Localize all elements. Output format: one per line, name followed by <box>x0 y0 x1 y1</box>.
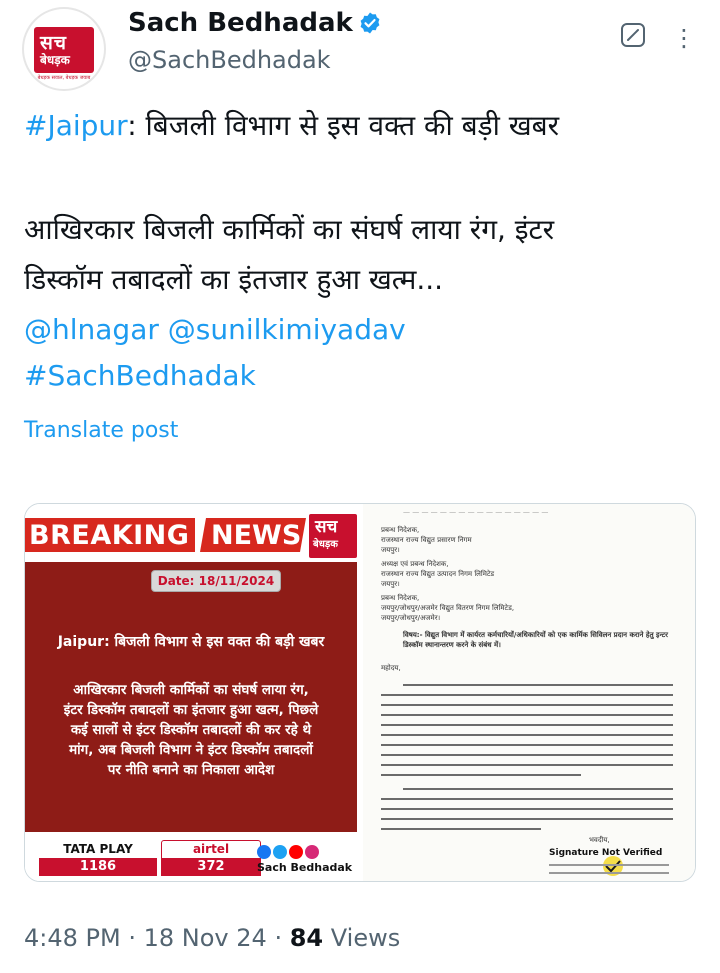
views-label: Views <box>330 924 401 952</box>
letter-text-line <box>381 734 673 736</box>
tataplay-channel: 1186 <box>39 858 157 876</box>
letter-salutation: महोदय, <box>381 664 401 672</box>
letter-addressee: जयपुर। <box>381 546 400 554</box>
letter-addressee: राजस्थान राज्य विद्युत उत्पादन निगम लिमि… <box>381 570 495 578</box>
letter-addressee: प्रबन्ध निदेशक, <box>381 526 420 534</box>
mention-sunilkimiyadav[interactable]: @sunilkimiyadav <box>168 313 406 346</box>
image-logo-line2: बेधड़क <box>313 539 338 550</box>
letter-text-line <box>381 754 673 756</box>
post-hashtag-line: #SachBedhadak <box>24 354 256 397</box>
breaking-news-image[interactable]: BREAKING NEWS सच बेधड़क Date: 18/11/2024… <box>25 504 357 881</box>
facebook-icon <box>257 845 271 859</box>
post-date[interactable]: 18 Nov 24 <box>144 924 267 952</box>
avatar[interactable]: सच बेधड़क बेधड़क सवाल, बेधड़क जवाब <box>22 7 106 91</box>
post-line-3: डिस्कॉम तबादलों का इंतजार हुआ खत्म... <box>24 263 444 296</box>
social-icons <box>257 844 337 859</box>
post-line-2: आखिरकार बिजली कार्मिकों का संघर्ष लाया र… <box>24 213 555 246</box>
letter-text-line <box>381 744 673 746</box>
letter-addressee: जयपुर। <box>381 580 400 588</box>
news-body: आखिरकार बिजली कार्मिकों का संघर्ष लाया र… <box>25 680 357 780</box>
letter-addressee: राजस्थान राज्य विद्युत प्रसारण निगम <box>381 536 472 544</box>
news-body-line: इंटर डिस्कॉम तबादलों का इंतजार हुआ खत्म,… <box>63 702 319 718</box>
letter-text-line <box>381 764 673 766</box>
image-logo-line1: सच <box>315 517 338 537</box>
mention-hlnagar[interactable]: @hlnagar <box>24 313 159 346</box>
news-date: Date: 18/11/2024 <box>151 570 281 592</box>
author-name[interactable]: Sach Bedhadak <box>128 8 353 38</box>
more-options-icon[interactable]: ⋮ <box>672 24 698 52</box>
letter-text-line <box>403 684 673 686</box>
post-header: सच बेधड़क बेधड़क सवाल, बेधड़क जवाब Sach … <box>0 0 720 100</box>
avatar-logo-tagline: बेधड़क सवाल, बेधड़क जवाब <box>37 75 91 81</box>
letter-addressee: जयपुर/जोधपुर/अजमेर विद्युत वितरण निगम लि… <box>381 604 515 612</box>
hashtag-jaipur[interactable]: #Jaipur <box>24 109 127 142</box>
post-time[interactable]: 4:48 PM <box>24 924 121 952</box>
letter-header-line: — — — — — — — — — — — — — — — — <box>403 508 549 516</box>
letter-text-line <box>381 724 673 726</box>
letter-addressee: प्रबन्ध निदेशक, <box>381 594 420 602</box>
post-line-1: #Jaipur: बिजली विभाग से इस वक्त की बड़ी … <box>24 104 559 147</box>
views-count[interactable]: 84 <box>290 924 323 952</box>
letter-text-line <box>403 788 673 790</box>
youtube-icon <box>289 845 303 859</box>
letter-text-line <box>381 774 581 776</box>
translate-post-link[interactable]: Translate post <box>24 418 178 443</box>
verified-badge-icon <box>360 12 380 34</box>
news-headline: Jaipur: बिजली विभाग से इस वक्त की बड़ी ख… <box>57 634 325 650</box>
footer-brand-name: Sach Bedhadak <box>257 861 353 874</box>
letter-text-line <box>381 808 673 810</box>
letter-addressee: जयपुर/जोधपुर/अजमेर। <box>381 614 441 622</box>
letter-text-line <box>381 694 673 696</box>
tataplay-label: TATA PLAY <box>39 840 157 858</box>
letter-text-line <box>381 818 673 820</box>
grok-icon[interactable] <box>620 22 646 48</box>
twitter-icon <box>273 845 287 859</box>
letter-text-line <box>381 798 673 800</box>
signature-check-icon <box>603 856 623 876</box>
author-handle[interactable]: @SachBedhadak <box>128 46 331 74</box>
news-body-line: मांग, अब बिजली विभाग ने इंटर डिस्कॉम तबा… <box>69 742 313 758</box>
letter-addressee: अध्यक्ष एवं प्रबन्ध निदेशक, <box>381 560 449 568</box>
official-letter-image[interactable]: — — — — — — — — — — — — — — — — प्रबन्ध … <box>363 504 695 881</box>
news-body-line: पर नीति बनाने का निकाला आदेश <box>107 762 275 778</box>
news-label: NEWS <box>211 520 302 551</box>
news-body-line: कई सालों से इंटर डिस्कॉम तबादलों की कर र… <box>70 722 312 738</box>
post-meta: 4:48 PM · 18 Nov 24 · 84 Views <box>24 924 400 952</box>
media-grid: BREAKING NEWS सच बेधड़क Date: 18/11/2024… <box>24 503 696 882</box>
airtel-channel: 372 <box>161 858 261 876</box>
instagram-icon <box>305 845 319 859</box>
letter-subject: विषय:- विद्युत विभाग में कार्यरत कर्मचार… <box>403 631 669 649</box>
letter-signature-line <box>549 864 669 866</box>
news-body-line: आखिरकार बिजली कार्मिकों का संघर्ष लाया र… <box>73 682 309 698</box>
letter-signature-line <box>549 872 669 874</box>
letter-text-line <box>381 704 673 706</box>
post-mentions: @hlnagar @sunilkimiyadav <box>24 308 406 351</box>
letter-text-line <box>381 828 541 830</box>
meta-separator: · <box>128 924 136 952</box>
meta-separator: · <box>274 924 283 952</box>
hashtag-sachbedhadak[interactable]: #SachBedhadak <box>24 359 256 392</box>
avatar-logo-line2: बेधड़क <box>40 53 70 67</box>
letter-text-line <box>381 714 673 716</box>
airtel-label: airtel <box>192 842 230 856</box>
breaking-label: BREAKING <box>29 520 190 551</box>
letter-signoff: भवदीय, <box>589 836 610 844</box>
post-line-1-text: : बिजली विभाग से इस वक्त की बड़ी खबर <box>127 109 560 142</box>
